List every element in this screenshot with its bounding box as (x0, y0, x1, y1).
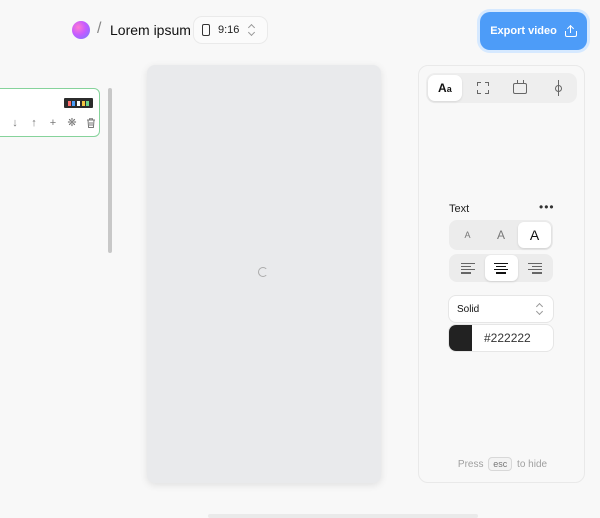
size-medium-label: A (496, 228, 505, 242)
chevron-up-down-icon (535, 303, 545, 315)
aspect-ratio-selector[interactable]: 9:16 (194, 17, 268, 43)
video-canvas[interactable] (147, 65, 381, 483)
text-size-segmented: A A A (449, 220, 553, 250)
text-style-value: Solid (457, 303, 480, 315)
top-bar: / Lorem ipsum 9:16 Export video (0, 0, 600, 62)
panel-tabs: Aa (426, 73, 577, 103)
clip-thumbnail (64, 98, 93, 108)
hint-prefix: Press (457, 459, 484, 470)
align-left-icon (460, 262, 475, 274)
slider-pin-icon (555, 80, 563, 96)
color-hex-value[interactable]: #222222 (484, 331, 531, 345)
more-options-icon[interactable]: ••• (539, 200, 555, 214)
loading-icon[interactable]: ❋ (66, 117, 78, 129)
size-large-button[interactable]: A (518, 222, 551, 248)
thumb-swatch (67, 100, 71, 106)
project-title[interactable]: Lorem ipsum (110, 22, 191, 38)
tv-icon (513, 82, 528, 94)
properties-panel: Aa Text ••• A A A Solid #222222 Press es… (418, 65, 585, 483)
bottom-edge (208, 514, 478, 518)
arrow-down-icon[interactable]: ↓ (9, 117, 21, 129)
export-video-label: Export video (490, 25, 557, 37)
size-large-label: A (529, 227, 540, 243)
tab-position[interactable] (541, 75, 575, 101)
hide-panel-hint: Press esc to hide (419, 457, 586, 471)
text-format-icon: Aa (438, 81, 452, 95)
trash-icon[interactable] (85, 117, 97, 129)
clip-card[interactable]: ↓ ↑ + ❋ (0, 88, 100, 137)
align-left-button[interactable] (451, 255, 484, 281)
tab-frame[interactable] (466, 75, 500, 101)
size-medium-button[interactable]: A (485, 222, 518, 248)
thumb-swatch (76, 100, 80, 106)
arrow-up-icon[interactable]: ↑ (28, 117, 40, 129)
upload-icon (564, 24, 577, 37)
text-align-segmented (449, 254, 553, 282)
align-right-button[interactable] (518, 255, 551, 281)
phone-icon (202, 24, 210, 36)
align-center-icon (494, 262, 508, 274)
color-swatch[interactable] (449, 325, 472, 351)
text-style-select[interactable]: Solid (449, 296, 553, 322)
thumb-swatch (72, 100, 76, 106)
size-small-button[interactable]: A (451, 222, 484, 248)
text-section-label: Text (449, 203, 470, 215)
frame-corners-icon (476, 82, 489, 94)
tab-display[interactable] (503, 75, 537, 101)
chevron-up-down-icon (247, 24, 257, 36)
aspect-ratio-value: 9:16 (218, 24, 240, 36)
plus-icon[interactable]: + (47, 117, 59, 129)
breadcrumb-separator: / (97, 20, 102, 37)
hint-suffix: to hide (517, 459, 548, 470)
timeline-scrollbar[interactable] (108, 88, 112, 253)
loading-spinner-icon (258, 267, 268, 277)
thumb-swatch (81, 100, 85, 106)
text-color-field[interactable]: #222222 (449, 325, 553, 351)
clip-toolbar: ↓ ↑ + ❋ (9, 117, 97, 129)
project-avatar[interactable] (72, 21, 90, 39)
tab-text[interactable]: Aa (427, 75, 462, 101)
esc-key: esc (488, 457, 513, 471)
export-video-button[interactable]: Export video (480, 12, 587, 50)
thumb-swatch (86, 100, 90, 106)
size-small-label: A (464, 230, 471, 240)
align-right-icon (527, 262, 542, 274)
align-center-button[interactable] (484, 255, 518, 281)
